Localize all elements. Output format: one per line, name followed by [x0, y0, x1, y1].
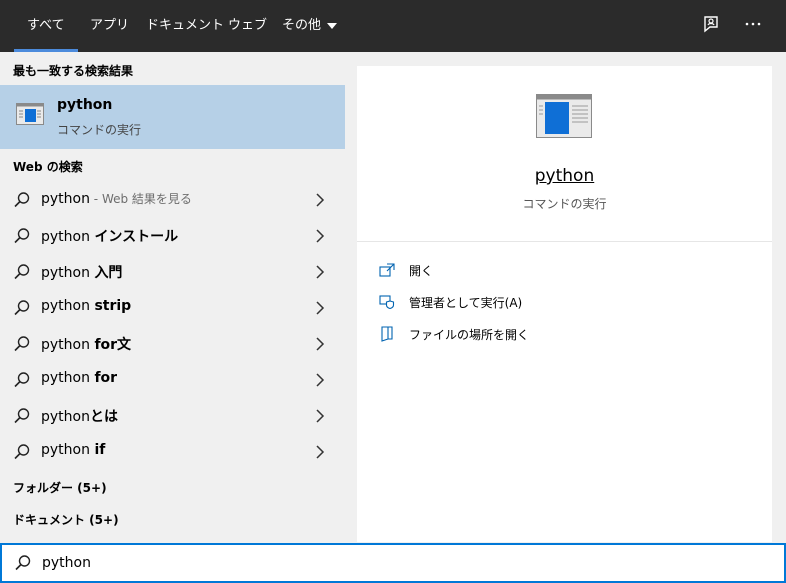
- best-match-item[interactable]: python コマンドの実行: [0, 85, 345, 149]
- query-text: python: [41, 265, 95, 281]
- folders-header[interactable]: フォルダー (5+): [13, 479, 107, 496]
- search-input[interactable]: [42, 552, 742, 574]
- web-search-header: Web の検索: [13, 160, 83, 174]
- web-result-label: pythonとは: [41, 406, 118, 426]
- query-text: python: [41, 191, 90, 207]
- action-open-file-location[interactable]: ファイルの場所を開く: [379, 323, 739, 347]
- suggestion-text: 入門: [94, 265, 123, 281]
- shield-icon: [379, 294, 395, 313]
- chevron-right-icon[interactable]: [314, 192, 326, 211]
- search-icon: [13, 299, 31, 321]
- suggestion-text: if: [94, 442, 106, 458]
- chevron-right-icon[interactable]: [314, 408, 326, 427]
- app-window-icon: [536, 94, 592, 142]
- results-pane: 最も一致する検索結果 python コマンドの実行 Web の検索 python…: [0, 52, 345, 542]
- best-match-header: 最も一致する検索結果: [13, 64, 134, 78]
- web-result-item[interactable]: python strip: [0, 289, 345, 325]
- file-location-icon: [379, 326, 395, 346]
- web-result-label: python strip: [41, 298, 131, 314]
- web-result-item[interactable]: python if: [0, 433, 345, 469]
- tab-more-label: その他: [282, 18, 322, 33]
- web-result-item[interactable]: python インストール: [0, 217, 345, 253]
- documents-header[interactable]: ドキュメント (5+): [13, 511, 119, 528]
- chevron-right-icon[interactable]: [314, 444, 326, 463]
- preview-app-name[interactable]: python: [357, 166, 772, 186]
- suggestion-text: インストール: [94, 229, 179, 245]
- web-result-label: python for: [41, 370, 117, 386]
- feedback-icon[interactable]: [699, 14, 723, 38]
- web-result-item[interactable]: python for: [0, 361, 345, 397]
- search-icon: [13, 227, 31, 249]
- action-label: 管理者として実行(A): [409, 296, 523, 310]
- suggestion-text: とは: [89, 409, 118, 425]
- open-icon: [379, 262, 395, 281]
- query-text: python: [41, 337, 95, 353]
- web-result-item[interactable]: python for文: [0, 325, 345, 361]
- chevron-right-icon[interactable]: [314, 264, 326, 283]
- web-result-item[interactable]: python - Web 結果を見る: [0, 181, 345, 217]
- suggestion-text: for文: [94, 337, 132, 353]
- web-result-label: python - Web 結果を見る: [41, 190, 192, 207]
- web-result-label: python for文: [41, 334, 131, 354]
- search-icon: [13, 191, 31, 213]
- search-icon: [13, 335, 31, 357]
- divider: [357, 241, 772, 242]
- app-window-icon: [16, 103, 44, 129]
- query-text: python: [41, 370, 95, 386]
- search-icon: [14, 554, 32, 576]
- search-icon: [13, 443, 31, 465]
- query-text: python: [41, 442, 95, 458]
- web-result-label: python if: [41, 442, 105, 458]
- more-options-icon[interactable]: [741, 14, 765, 38]
- search-icon: [13, 407, 31, 429]
- tab-apps[interactable]: アプリ: [90, 0, 129, 52]
- web-result-label: python 入門: [41, 262, 122, 282]
- best-match-title: python: [57, 97, 113, 113]
- chevron-right-icon[interactable]: [314, 336, 326, 355]
- web-result-hint: - Web 結果を見る: [89, 192, 192, 206]
- chevron-right-icon[interactable]: [314, 372, 326, 391]
- tab-more[interactable]: その他: [282, 0, 338, 52]
- action-open[interactable]: 開く: [379, 259, 739, 283]
- tab-web[interactable]: ウェブ: [228, 0, 267, 52]
- filter-tab-bar: すべて アプリ ドキュメント ウェブ その他: [0, 0, 786, 52]
- suggestion-text: strip: [94, 298, 132, 314]
- query-text: python: [41, 409, 90, 425]
- action-label: ファイルの場所を開く: [409, 328, 530, 342]
- search-icon: [13, 371, 31, 393]
- tab-all[interactable]: すべて: [14, 0, 78, 52]
- query-text: python: [41, 229, 95, 245]
- search-box[interactable]: [0, 543, 786, 583]
- action-run-as-admin[interactable]: 管理者として実行(A): [379, 291, 739, 315]
- chevron-down-icon: [327, 22, 338, 29]
- suggestion-text: for: [94, 370, 118, 386]
- preview-pane: python コマンドの実行 開く 管理者として実行(A) ファイルの場所を開く: [357, 66, 772, 542]
- query-text: python: [41, 298, 95, 314]
- tab-documents[interactable]: ドキュメント: [146, 0, 224, 52]
- chevron-right-icon[interactable]: [314, 300, 326, 319]
- web-result-item[interactable]: python 入門: [0, 253, 345, 289]
- web-result-label: python インストール: [41, 226, 178, 246]
- best-match-subtitle: コマンドの実行: [57, 123, 142, 137]
- chevron-right-icon[interactable]: [314, 228, 326, 247]
- preview-app-description: コマンドの実行: [522, 197, 607, 211]
- action-label: 開く: [409, 264, 434, 278]
- search-icon: [13, 263, 31, 285]
- web-result-item[interactable]: pythonとは: [0, 397, 345, 433]
